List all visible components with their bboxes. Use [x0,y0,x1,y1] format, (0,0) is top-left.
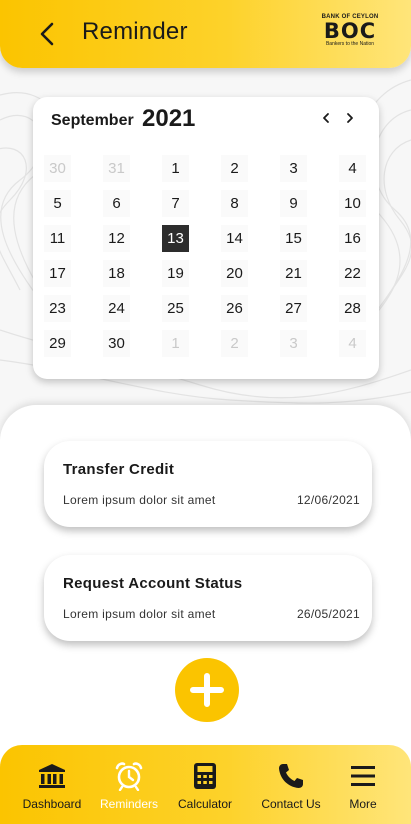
calendar-day[interactable]: 27 [280,295,307,322]
calendar-widget: September 2021 30 31 1 2 3 4 5 6 7 8 9 10 11 12 13 14 15… [33,97,379,379]
calendar-day[interactable]: 12 [103,225,130,252]
calendar-day[interactable]: 26 [221,295,248,322]
calendar-day[interactable]: 28 [339,295,366,322]
calendar-day[interactable]: 19 [162,260,189,287]
nav-label: Contact Us [261,797,321,811]
plus-icon [190,673,224,707]
calendar-day[interactable]: 25 [162,295,189,322]
reminder-date: 12/06/2021 [296,493,360,507]
calendar-day[interactable]: 4 [339,155,366,182]
bank-icon [39,764,65,788]
calendar-day[interactable]: 11 [44,225,71,252]
calendar-day[interactable]: 14 [221,225,248,252]
calendar-day[interactable]: 15 [280,225,307,252]
app-header: Reminder BANK OF CEYLON BOC Bankers to t… [0,0,411,68]
calendar-day[interactable]: 16 [339,225,366,252]
calendar-day[interactable]: 7 [162,190,189,217]
nav-label: More [349,797,377,811]
reminder-description: Lorem ipsum dolor sit amet [63,607,216,621]
logo-line2: BOC [323,19,377,43]
page-title: Reminder [82,18,188,45]
nav-label: Calculator [177,797,233,811]
reminder-date: 26/05/2021 [296,607,360,621]
bank-logo: BANK OF CEYLON BOC Bankers to the Nation [321,14,379,52]
calendar-month: September [51,112,134,129]
calendar-week-row: 11 12 13 14 15 16 [44,225,378,260]
calendar-day[interactable]: 17 [44,260,71,287]
calendar-day[interactable]: 30 [103,330,130,357]
chevron-left-icon [40,22,54,46]
calendar-week-row: 17 18 19 20 21 22 [44,260,378,295]
calendar-day[interactable]: 6 [103,190,130,217]
nav-label: Reminders [99,797,159,811]
chevron-right-icon [347,113,353,123]
back-button[interactable] [34,20,60,48]
nav-item-reminders[interactable]: Reminders [96,761,162,813]
calendar-day-selected[interactable]: 13 [162,225,189,252]
add-reminder-button[interactable] [175,658,239,722]
calculator-icon [194,763,216,789]
nav-item-contact-us[interactable]: Contact Us [252,761,330,813]
calendar-week-row: 30 31 1 2 3 4 [44,155,378,190]
calendar-week-row: 23 24 25 26 27 28 [44,295,378,330]
calendar-day[interactable]: 2 [221,155,248,182]
previous-month-button[interactable] [319,111,333,125]
calendar-day[interactable]: 10 [339,190,366,217]
bottom-navigation: Dashboard Reminders Calculator Contact U… [0,745,411,824]
calendar-day[interactable]: 4 [339,330,366,357]
calendar-day[interactable]: 31 [103,155,130,182]
calendar-day[interactable]: 2 [221,330,248,357]
reminder-card[interactable]: Request Account Status Lorem ipsum dolor… [44,555,372,641]
calendar-day[interactable]: 18 [103,260,130,287]
calendar-day[interactable]: 29 [44,330,71,357]
calendar-day[interactable]: 9 [280,190,307,217]
nav-item-calculator[interactable]: Calculator [170,761,240,813]
logo-line3: Bankers to the Nation [325,41,375,47]
calendar-day[interactable]: 8 [221,190,248,217]
reminder-title: Request Account Status [63,575,243,592]
calendar-day[interactable]: 21 [280,260,307,287]
calendar-week-row: 29 30 1 2 3 4 [44,330,378,365]
reminder-card[interactable]: Transfer Credit Lorem ipsum dolor sit am… [44,441,372,527]
reminder-title: Transfer Credit [63,461,175,478]
calendar-day[interactable]: 1 [162,155,189,182]
calendar-day[interactable]: 23 [44,295,71,322]
reminder-description: Lorem ipsum dolor sit amet [63,493,216,507]
calendar-days-grid: 30 31 1 2 3 4 5 6 7 8 9 10 11 12 13 14 15 16 17 18 19 20 21 22 2… [44,155,378,365]
nav-item-more[interactable]: More [340,761,386,813]
chevron-left-icon [323,113,329,123]
calendar-week-row: 5 6 7 8 9 10 [44,190,378,225]
calendar-year: 2021 [142,105,196,132]
calendar-day[interactable]: 24 [103,295,130,322]
calendar-day[interactable]: 3 [280,155,307,182]
calendar-day[interactable]: 3 [280,330,307,357]
phone-icon [279,764,303,788]
calendar-day[interactable]: 20 [221,260,248,287]
next-month-button[interactable] [343,111,357,125]
nav-item-dashboard[interactable]: Dashboard [14,761,90,813]
calendar-day[interactable]: 1 [162,330,189,357]
calendar-day[interactable]: 30 [44,155,71,182]
calendar-day[interactable]: 22 [339,260,366,287]
nav-label: Dashboard [22,797,82,811]
alarm-clock-icon [115,762,143,791]
calendar-day[interactable]: 5 [44,190,71,217]
menu-icon [351,766,375,786]
